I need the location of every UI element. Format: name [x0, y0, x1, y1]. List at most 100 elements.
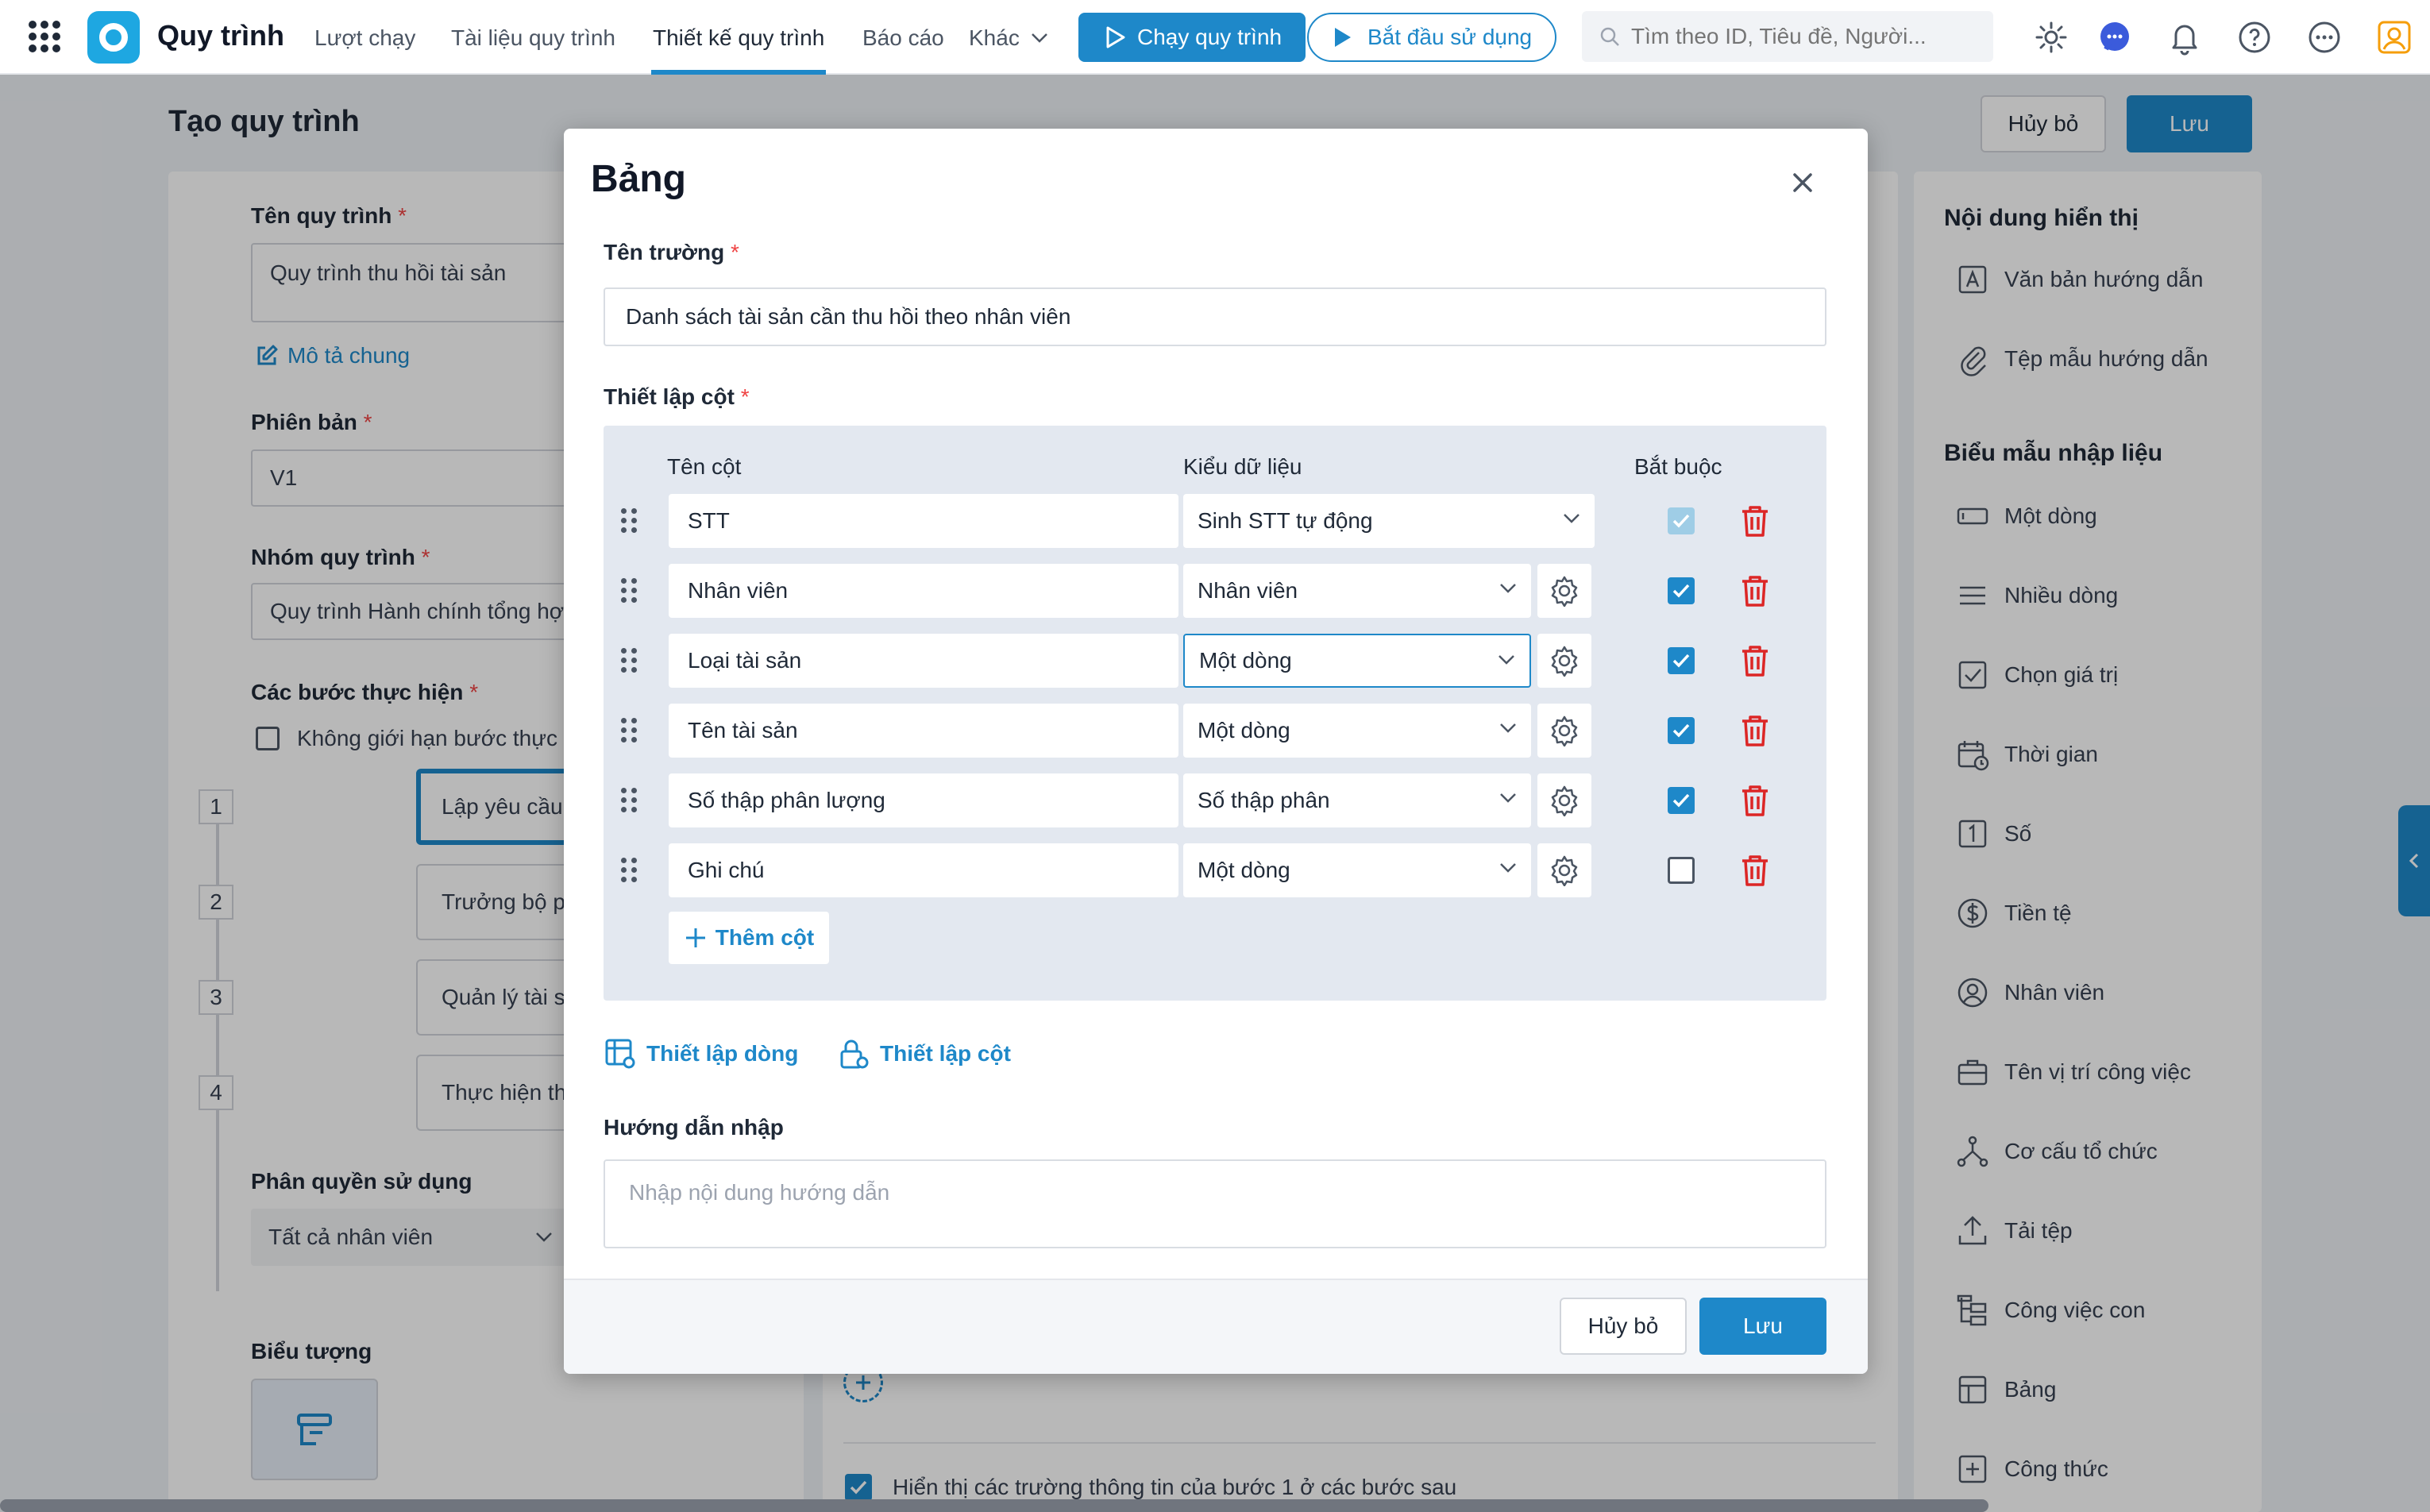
start-using-label: Bắt đầu sử dụng [1367, 25, 1533, 49]
column-settings-button[interactable] [1537, 704, 1591, 758]
input-guide-textarea[interactable]: Nhập nội dung hướng dẫn [604, 1159, 1826, 1248]
trash-icon [1742, 576, 1768, 607]
nav-item-more-label: Khác [969, 25, 1020, 50]
chat-icon[interactable] [2096, 19, 2133, 56]
drag-handle-icon[interactable] [621, 508, 637, 534]
column-setup-label: Thiết lập cột * [604, 384, 750, 409]
column-name-input[interactable]: Số thập phân lượng [669, 773, 1178, 827]
field-name-input[interactable]: Danh sách tài sản cần thu hồi theo nhân … [604, 287, 1826, 346]
drag-handle-icon[interactable] [621, 718, 637, 743]
more-options-icon[interactable] [2306, 19, 2343, 56]
delete-column-button[interactable] [1739, 783, 1771, 818]
data-type-select[interactable]: Một dòng [1183, 634, 1531, 688]
add-column-button[interactable]: Thêm cột [669, 912, 829, 964]
column-settings-button[interactable] [1537, 843, 1591, 897]
drag-handle-icon[interactable] [621, 648, 637, 673]
column-name-input[interactable]: STT [669, 494, 1178, 548]
delete-column-button[interactable] [1739, 853, 1771, 888]
data-type-value: Một dòng [1199, 648, 1292, 673]
required-checkbox[interactable] [1668, 647, 1695, 674]
nav-item-more[interactable]: Khác [969, 25, 1048, 51]
play-icon [1335, 28, 1351, 47]
help-icon[interactable] [2236, 19, 2273, 56]
required-checkbox [1668, 507, 1695, 534]
search-icon [1600, 27, 1619, 46]
column-settings-button[interactable] [1537, 564, 1591, 618]
data-type-select[interactable]: Một dòng [1183, 704, 1531, 758]
column-name-input[interactable]: Nhân viên [669, 564, 1178, 618]
column-row: STT Sinh STT tự động [604, 494, 1826, 548]
run-process-label: Chạy quy trình [1137, 25, 1282, 49]
data-type-select[interactable]: Sinh STT tự động [1183, 494, 1595, 548]
search-input[interactable] [1631, 24, 1981, 49]
data-type-select[interactable]: Nhân viên [1183, 564, 1531, 618]
column-name-input[interactable]: Ghi chú [669, 843, 1178, 897]
data-type-value: Một dòng [1198, 858, 1290, 882]
column-row: Loại tài sản Một dòng [604, 634, 1826, 688]
required-checkbox[interactable] [1668, 857, 1695, 884]
required-checkbox[interactable] [1668, 787, 1695, 814]
column-row: Tên tài sản Một dòng [604, 704, 1826, 758]
columns-panel: Tên cột Kiểu dữ liệu Bắt buộc STT Sinh ST… [604, 426, 1826, 1001]
close-icon[interactable] [1787, 167, 1819, 199]
dialog-cancel-button[interactable]: Hủy bỏ [1560, 1298, 1687, 1355]
delete-column-button[interactable] [1739, 713, 1771, 748]
nav-item-reports[interactable]: Báo cáo [862, 25, 944, 51]
required-checkbox[interactable] [1668, 577, 1695, 604]
column-row: Nhân viên Nhân viên [604, 564, 1826, 618]
data-type-header: Kiểu dữ liệu [1183, 454, 1302, 479]
trash-icon [1742, 646, 1768, 677]
row-settings-button[interactable]: Thiết lập dòng [604, 1037, 798, 1070]
settings-icon[interactable] [2033, 19, 2069, 56]
plus-icon [685, 928, 705, 947]
column-name-input[interactable]: Tên tài sản [669, 704, 1178, 758]
delete-column-button[interactable] [1739, 573, 1771, 608]
lock-settings-icon [840, 1040, 869, 1069]
trash-icon [1742, 855, 1768, 886]
input-guide-label: Hướng dẫn nhập [604, 1115, 784, 1140]
trash-icon [1742, 716, 1768, 746]
app-name: Quy trình [157, 19, 284, 52]
run-process-button[interactable]: Chạy quy trình [1078, 13, 1306, 62]
column-settings-label: Thiết lập cột [880, 1041, 1011, 1066]
gear-icon [1551, 716, 1578, 746]
data-type-value: Nhân viên [1198, 578, 1298, 603]
required-checkbox[interactable] [1668, 717, 1695, 744]
row-settings-label: Thiết lập dòng [646, 1041, 799, 1066]
app-launcher-icon[interactable] [29, 21, 60, 52]
chevron-down-icon [1500, 723, 1516, 733]
play-outline-icon [1106, 26, 1125, 48]
chevron-down-icon [1500, 584, 1516, 593]
column-settings-button[interactable] [1537, 773, 1591, 827]
trash-icon [1742, 785, 1768, 816]
data-type-value: Một dòng [1198, 718, 1290, 742]
drag-handle-icon[interactable] [621, 788, 637, 813]
data-type-value: Số thập phân [1198, 788, 1330, 812]
gear-icon [1551, 646, 1578, 677]
gear-icon [1551, 855, 1578, 886]
delete-column-button[interactable] [1739, 643, 1771, 678]
column-row: Số thập phân lượng Số thập phân [604, 773, 1826, 827]
column-settings-button[interactable]: Thiết lập cột [837, 1037, 1011, 1070]
bell-icon[interactable] [2166, 19, 2203, 56]
gear-icon [1551, 576, 1578, 607]
nav-item-design[interactable]: Thiết kế quy trình [653, 25, 824, 51]
column-name-input[interactable]: Loại tài sản [669, 634, 1178, 688]
drag-handle-icon[interactable] [621, 578, 637, 604]
start-using-button[interactable]: Bắt đầu sử dụng [1307, 13, 1556, 62]
user-avatar-icon[interactable] [2376, 19, 2413, 56]
delete-column-button[interactable] [1739, 503, 1771, 538]
chevron-down-icon [1498, 655, 1514, 665]
search-box[interactable] [1582, 11, 1993, 62]
data-type-select[interactable]: Một dòng [1183, 843, 1531, 897]
drag-handle-icon[interactable] [621, 858, 637, 883]
data-type-select[interactable]: Số thập phân [1183, 773, 1531, 827]
column-name-header: Tên cột [667, 454, 742, 479]
nav-item-runs[interactable]: Lượt chạy [314, 25, 415, 51]
trash-icon [1742, 506, 1768, 537]
chevron-down-icon [1500, 793, 1516, 803]
nav-item-documents[interactable]: Tài liệu quy trình [451, 25, 615, 51]
dialog-save-button[interactable]: Lưu [1699, 1298, 1826, 1355]
column-settings-button[interactable] [1537, 634, 1591, 688]
dialog-title: Bảng [591, 158, 686, 200]
